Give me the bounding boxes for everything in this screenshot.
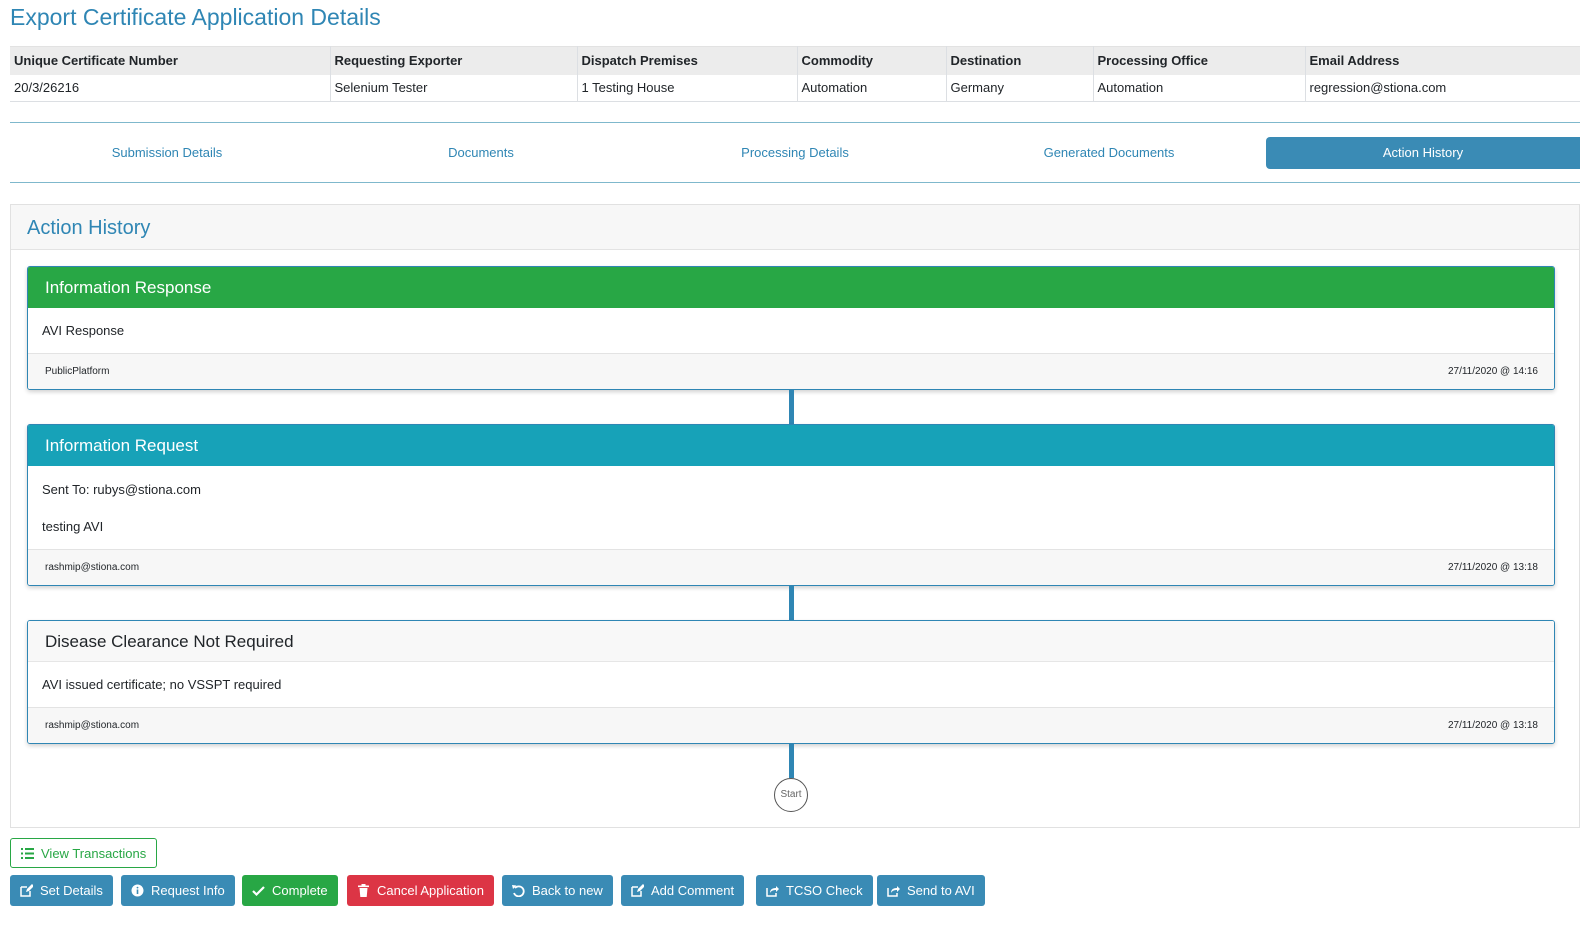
history-card-text: Sent To: rubys@stiona.com	[42, 482, 201, 497]
history-card-information-request: Information Request Sent To: rubys@stion…	[27, 424, 1555, 586]
history-card-title: Information Request	[28, 425, 1554, 466]
view-transactions-label: View Transactions	[41, 845, 147, 861]
history-card-user: rashmip@stiona.com	[45, 562, 140, 573]
header-email-address: Email Address	[1305, 46, 1580, 75]
header-commodity: Commodity	[797, 46, 947, 75]
history-card-user: rashmip@stiona.com	[45, 720, 140, 731]
set-details-label: Set Details	[40, 883, 103, 898]
history-card-disease-clearance: Disease Clearance Not Required AVI issue…	[27, 620, 1555, 744]
cancel-application-button[interactable]: Cancel Application	[347, 875, 494, 906]
history-card-title: Disease Clearance Not Required	[28, 621, 1554, 662]
complete-label: Complete	[272, 883, 328, 898]
info-circle-icon	[131, 884, 144, 897]
timeline-connector	[789, 586, 794, 620]
history-card-information-response: Information Response AVI Response Public…	[27, 266, 1555, 390]
tabs-bottom-divider	[10, 182, 1580, 183]
edit-icon	[631, 884, 644, 897]
history-card-text: AVI Response	[42, 323, 125, 338]
add-comment-label: Add Comment	[651, 883, 735, 898]
summary-value-row: 20/3/26216 Selenium Tester 1 Testing Hou…	[10, 74, 1580, 102]
tab-action-history[interactable]: Action History	[1266, 137, 1580, 169]
header-destination: Destination	[946, 46, 1094, 75]
processing-office-value: Automation	[1093, 74, 1306, 102]
complete-button[interactable]: Complete	[242, 875, 338, 906]
set-details-button[interactable]: Set Details	[10, 875, 113, 906]
request-info-button[interactable]: Request Info	[121, 875, 235, 906]
history-card-footer: rashmip@stiona.com 27/11/2020 @ 13:18	[28, 707, 1554, 743]
check-icon	[252, 884, 265, 897]
action-history-panel: Action History Information Response AVI …	[10, 204, 1580, 828]
trash-icon	[357, 884, 370, 897]
certificate-summary-table: Unique Certificate Number Requesting Exp…	[10, 46, 1580, 102]
commodity-value: Automation	[797, 74, 947, 102]
certificate-number-value: 20/3/26216	[10, 74, 331, 102]
summary-header-row: Unique Certificate Number Requesting Exp…	[10, 46, 1580, 75]
cancel-application-label: Cancel Application	[377, 883, 484, 898]
timeline-connector	[789, 390, 794, 424]
tab-bar: Submission Details Documents Processing …	[10, 137, 1580, 169]
history-card-text: testing AVI	[42, 519, 104, 534]
tab-generated-documents[interactable]: Generated Documents	[952, 137, 1266, 169]
request-info-label: Request Info	[151, 883, 225, 898]
history-card-text: AVI issued certificate; no VSSPT require…	[42, 677, 282, 692]
history-card-title: Information Response	[28, 267, 1554, 308]
requesting-exporter-value: Selenium Tester	[330, 74, 578, 102]
page-title: Export Certificate Application Details	[10, 4, 381, 30]
tcso-check-button[interactable]: TCSO Check	[756, 875, 873, 906]
dispatch-premises-value: 1 Testing House	[577, 74, 798, 102]
send-to-avi-label: Send to AVI	[907, 883, 975, 898]
history-card-user: PublicPlatform	[45, 366, 110, 377]
send-to-avi-button[interactable]: Send to AVI	[877, 875, 985, 906]
header-unique-certificate-number: Unique Certificate Number	[10, 46, 331, 75]
undo-icon	[512, 884, 525, 897]
history-card-footer: rashmip@stiona.com 27/11/2020 @ 13:18	[28, 549, 1554, 585]
history-card-footer: PublicPlatform 27/11/2020 @ 14:16	[28, 353, 1554, 389]
back-to-new-label: Back to new	[532, 883, 603, 898]
share-icon	[766, 884, 779, 897]
timeline-start-node: Start	[774, 778, 808, 812]
back-to-new-button[interactable]: Back to new	[502, 875, 613, 906]
email-address-value: regression@stiona.com	[1305, 74, 1580, 102]
panel-title: Action History	[11, 205, 1579, 250]
list-icon	[21, 847, 34, 860]
history-card-timestamp: 27/11/2020 @ 13:18	[1447, 720, 1538, 731]
header-processing-office: Processing Office	[1093, 46, 1306, 75]
history-card-timestamp: 27/11/2020 @ 14:16	[1447, 366, 1538, 377]
header-requesting-exporter: Requesting Exporter	[330, 46, 578, 75]
destination-value: Germany	[946, 74, 1094, 102]
share-icon	[887, 884, 900, 897]
timeline-connector	[789, 744, 794, 778]
tab-submission-details[interactable]: Submission Details	[10, 137, 324, 169]
view-transactions-button[interactable]: View Transactions	[10, 838, 158, 868]
add-comment-button[interactable]: Add Comment	[621, 875, 745, 906]
header-dispatch-premises: Dispatch Premises	[577, 46, 798, 75]
tabs-top-divider	[10, 122, 1580, 123]
history-card-timestamp: 27/11/2020 @ 13:18	[1447, 562, 1538, 573]
tab-processing-details[interactable]: Processing Details	[638, 137, 952, 169]
edit-icon	[20, 884, 33, 897]
tab-documents[interactable]: Documents	[324, 137, 638, 169]
tcso-check-label: TCSO Check	[786, 883, 863, 898]
